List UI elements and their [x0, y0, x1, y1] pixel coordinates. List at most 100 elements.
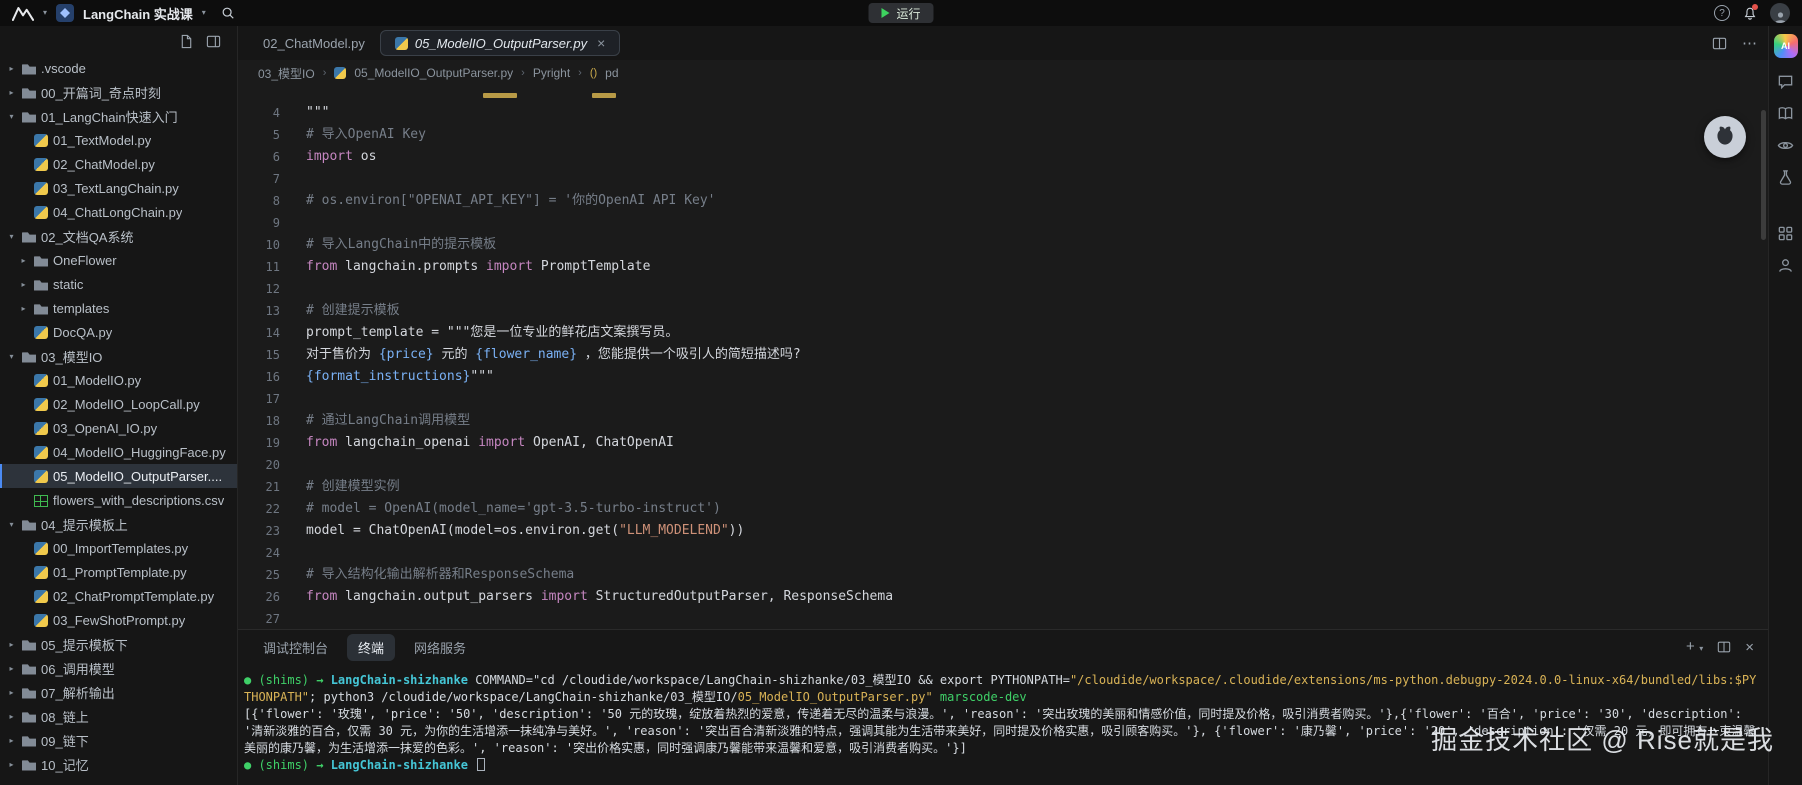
file-tree-item[interactable]: ▾ 03_模型IO — [0, 344, 237, 368]
file-tree-item[interactable]: 02_ChatPromptTemplate.py — [0, 584, 237, 608]
file-name: static — [53, 277, 83, 292]
breadcrumb-folder[interactable]: 03_模型IO — [258, 65, 315, 82]
collaborator-avatar[interactable] — [1704, 116, 1746, 158]
code-line[interactable]: 14prompt_template = """您是一位专业的鲜花店文案撰写员。 — [238, 322, 1768, 344]
code-line[interactable]: 26from langchain.output_parsers import S… — [238, 586, 1768, 608]
file-tree-item[interactable]: 02_ChatModel.py — [0, 152, 237, 176]
code-line[interactable]: 15对于售价为 {price} 元的 {flower_name} ，您能提供一个… — [238, 344, 1768, 366]
app-logo-icon[interactable] — [12, 6, 34, 21]
editor-tab-chatmodel[interactable]: 02_ChatModel.py — [248, 30, 380, 56]
code-line[interactable]: 9 — [238, 212, 1768, 234]
breadcrumb-file[interactable]: 05_ModelIO_OutputParser.py — [354, 66, 513, 80]
terminal[interactable]: ● (shims) → LangChain-shizhanke COMMAND=… — [238, 664, 1768, 785]
chevron-down-icon[interactable]: ▾ — [202, 9, 206, 17]
code-line[interactable]: 18# 通过LangChain调用模型 — [238, 410, 1768, 432]
chevron-down-icon[interactable]: ▾ — [43, 9, 47, 17]
file-tree-item[interactable]: 04_ChatLongChain.py — [0, 200, 237, 224]
new-terminal-button[interactable]: + ▾ — [1686, 638, 1703, 656]
code-line[interactable]: 5# 导入OpenAI Key — [238, 124, 1768, 146]
file-name: flowers_with_descriptions.csv — [53, 493, 224, 508]
python-file-icon — [34, 446, 48, 459]
notifications-bell-icon[interactable] — [1743, 6, 1757, 21]
editor-scrollbar[interactable] — [1761, 110, 1766, 240]
workspace-icon[interactable] — [56, 4, 74, 22]
code-line[interactable]: 19from langchain_openai import OpenAI, C… — [238, 432, 1768, 454]
code-line[interactable]: 7 — [238, 168, 1768, 190]
run-button[interactable]: 运行 — [868, 3, 933, 23]
file-tree-item[interactable]: ▾ 04_提示模板上 — [0, 512, 237, 536]
file-tree-item[interactable]: 03_OpenAI_IO.py — [0, 416, 237, 440]
code-line[interactable]: 16{format_instructions}""" — [238, 366, 1768, 388]
file-tree-item[interactable]: ▸ 00_开篇词_奇点时刻 — [0, 80, 237, 104]
breadcrumb-language-server[interactable]: Pyright — [533, 66, 570, 80]
file-tree-item[interactable]: ▸ 06_调用模型 — [0, 656, 237, 680]
panel-tab-network[interactable]: 网络服务 — [403, 634, 477, 661]
code-line[interactable]: 11from langchain.prompts import PromptTe… — [238, 256, 1768, 278]
code-line[interactable]: 4""" — [238, 102, 1768, 124]
preview-eye-icon[interactable] — [1777, 137, 1794, 154]
more-actions-icon[interactable]: ⋯ — [1742, 34, 1758, 52]
file-tree-item[interactable]: ▸ 08_链上 — [0, 704, 237, 728]
breadcrumb-symbol[interactable]: pd — [605, 66, 618, 80]
file-tree-item[interactable]: ▸ templates — [0, 296, 237, 320]
file-tree-item[interactable]: ▾ 02_文档QA系统 — [0, 224, 237, 248]
editor-tab-outputparser[interactable]: 05_ModelIO_OutputParser.py × — [380, 30, 620, 56]
file-tree: ▸ .vscode ▸ 00_开篇词_奇点时刻 ▾ 01_LangChain快速… — [0, 56, 237, 785]
file-tree-item[interactable]: ▾ 01_LangChain快速入门 — [0, 104, 237, 128]
ai-assistant-icon[interactable]: AI — [1774, 34, 1798, 58]
workspace-title[interactable]: LangChain 实战课 — [83, 4, 193, 23]
file-tree-item[interactable]: 04_ModelIO_HuggingFace.py — [0, 440, 237, 464]
code-line[interactable]: 8# os.environ["OPENAI_API_KEY"] = '你的Ope… — [238, 190, 1768, 212]
file-tree-item[interactable]: ▸ 05_提示模板下 — [0, 632, 237, 656]
file-tree-item[interactable]: ▸ .vscode — [0, 56, 237, 80]
file-tree-item[interactable]: ▸ 09_链下 — [0, 728, 237, 752]
file-tree-item[interactable]: ▸ OneFlower — [0, 248, 237, 272]
code-line[interactable]: 12 — [238, 278, 1768, 300]
code-line[interactable]: 6import os — [238, 146, 1768, 168]
code-line[interactable]: 20 — [238, 454, 1768, 476]
file-tree-item[interactable]: 03_TextLangChain.py — [0, 176, 237, 200]
file-tree-item[interactable]: ▸ 10_记忆 — [0, 752, 237, 776]
code-line[interactable]: 10# 导入LangChain中的提示模板 — [238, 234, 1768, 256]
account-icon[interactable] — [1777, 257, 1794, 274]
comments-icon[interactable] — [1777, 73, 1794, 90]
line-number: 21 — [238, 476, 280, 498]
code-line[interactable]: 22# model = OpenAI(model_name='gpt-3.5-t… — [238, 498, 1768, 520]
code-line[interactable]: 24 — [238, 542, 1768, 564]
file-tree-item[interactable]: 00_ImportTemplates.py — [0, 536, 237, 560]
twisty-icon: ▸ — [6, 640, 17, 649]
docs-icon[interactable] — [1777, 105, 1794, 122]
file-tree-item[interactable]: 02_ModelIO_LoopCall.py — [0, 392, 237, 416]
code-line[interactable]: 27 — [238, 608, 1768, 629]
split-terminal-icon[interactable] — [1717, 640, 1731, 654]
file-tree-item[interactable]: flowers_with_descriptions.csv — [0, 488, 237, 512]
code-line[interactable]: 23model = ChatOpenAI(model=os.environ.ge… — [238, 520, 1768, 542]
file-tree-item[interactable]: 05_ModelIO_OutputParser.... — [0, 464, 237, 488]
file-tree-item[interactable]: ▸ static — [0, 272, 237, 296]
search-icon[interactable] — [221, 6, 235, 20]
file-tree-item[interactable]: 03_FewShotPrompt.py — [0, 608, 237, 632]
close-panel-icon[interactable]: × — [1745, 639, 1754, 656]
file-tree-item[interactable]: DocQA.py — [0, 320, 237, 344]
split-editor-icon[interactable] — [1712, 36, 1727, 51]
close-icon[interactable]: × — [597, 35, 605, 51]
panel-tab-terminal[interactable]: 终端 — [347, 634, 395, 661]
folder-icon — [22, 640, 36, 651]
open-panel-icon[interactable] — [206, 34, 221, 49]
apps-grid-icon[interactable] — [1777, 225, 1794, 242]
code-line[interactable]: 21# 创建模型实例 — [238, 476, 1768, 498]
file-tree-item[interactable]: 01_TextModel.py — [0, 128, 237, 152]
code-line[interactable]: 25# 导入结构化输出解析器和ResponseSchema — [238, 564, 1768, 586]
file-tree-item[interactable]: 01_ModelIO.py — [0, 368, 237, 392]
python-file-icon — [34, 182, 48, 195]
user-avatar[interactable] — [1770, 3, 1790, 23]
code-line[interactable]: 13# 创建提示模板 — [238, 300, 1768, 322]
file-tree-item[interactable]: ▸ 07_解析输出 — [0, 680, 237, 704]
file-tree-item[interactable]: 01_PromptTemplate.py — [0, 560, 237, 584]
test-flask-icon[interactable] — [1777, 169, 1794, 186]
code-editor[interactable]: 4"""5# 导入OpenAI Key6import os78# os.envi… — [238, 86, 1768, 629]
help-icon[interactable]: ? — [1714, 5, 1730, 21]
code-line[interactable]: 17 — [238, 388, 1768, 410]
panel-tab-debug-console[interactable]: 调试控制台 — [252, 634, 339, 661]
new-file-icon[interactable] — [179, 34, 194, 49]
